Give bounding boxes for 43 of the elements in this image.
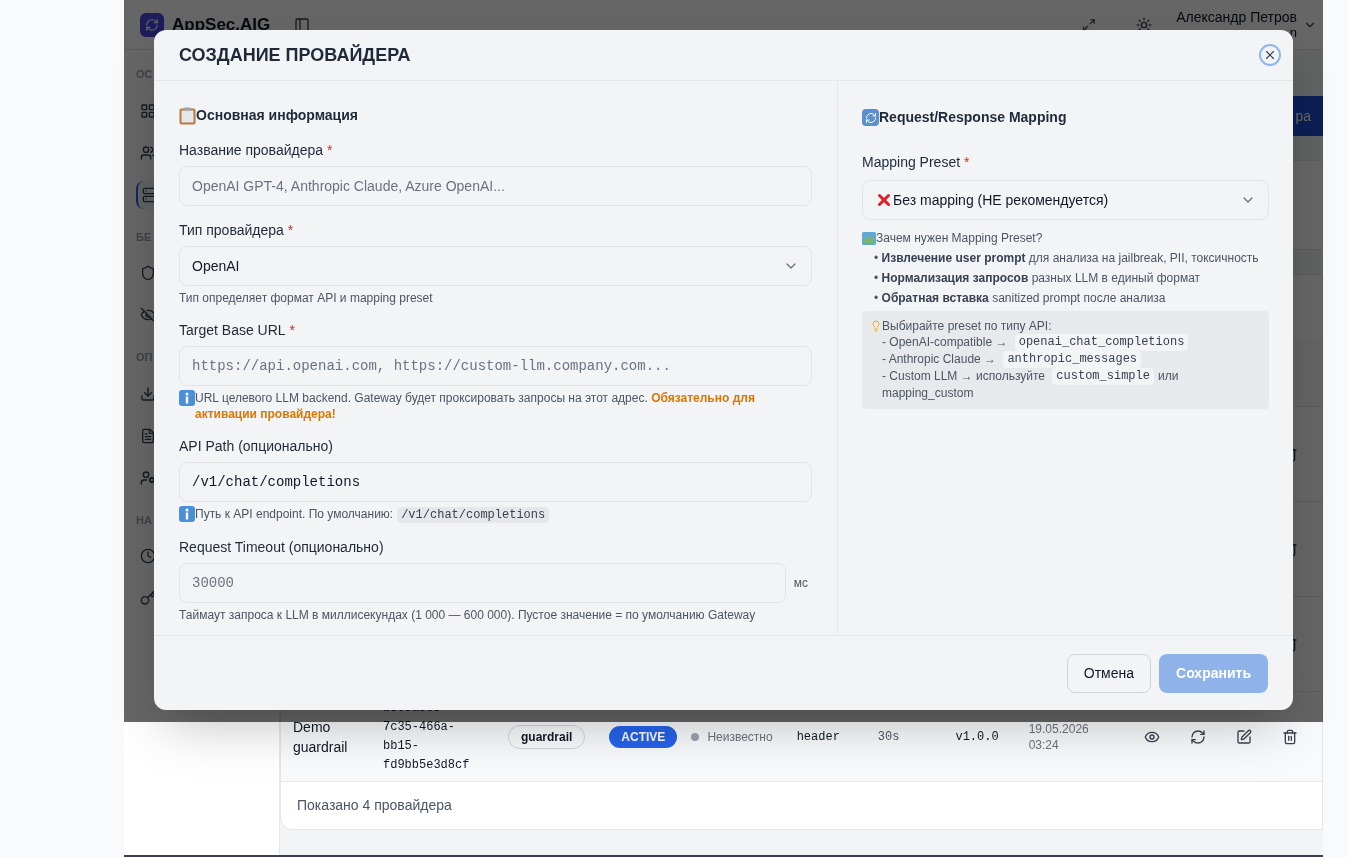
field-hint: Таймаут запроса к LLM в миллисекундах (1 000 — 600 000). Пустое значение = по умолчанию Gateway: [179, 608, 756, 622]
required-mark: *: [327, 141, 333, 160]
section-heading: Request/Response Mapping: [879, 108, 1067, 127]
code-snippet: /v1/chat/completions: [397, 507, 550, 523]
required-mark: *: [964, 153, 970, 172]
tip-text: - OpenAI-compatible →: [882, 334, 1009, 351]
timeout-value: 30s: [877, 728, 900, 746]
health-text: Неизвестно: [707, 728, 773, 746]
app-name: AppSec.AIG: [172, 13, 271, 36]
code-snippet: custom_simple: [1052, 368, 1154, 385]
field-hint: URL целевого LLM backend. Gateway будет проксировать запросы на этот адрес. Обязательно для активации провайдера!: [195, 391, 755, 421]
code-snippet: anthropic_messages: [1003, 351, 1142, 368]
tip-text: - Anthropic Claude →: [882, 351, 998, 368]
status-badge: ACTIVE: [609, 725, 678, 748]
modal-title: СОЗДАНИЕ ПРОВАЙДЕРА: [179, 43, 411, 67]
auth-type: header: [796, 728, 840, 746]
table-footer-text: Показано 4 провайдера: [297, 796, 452, 815]
code-snippet: openai_chat_completions: [1014, 334, 1189, 351]
help-bullet: • Извлечение user prompt для анализа на jailbreak, PII, токсичность: [874, 250, 1260, 266]
help-bullet: • Обратная вставка sanitized prompt после анализа: [874, 290, 1167, 306]
unit-label: мс: [793, 575, 809, 592]
field-label: API Path (опционально): [179, 437, 333, 456]
tip-text: или: [1157, 368, 1179, 385]
tip-text: mapping_custom: [882, 385, 974, 402]
user-name: Александр Петров: [1176, 8, 1297, 25]
required-mark: *: [289, 321, 296, 340]
required-mark: *: [287, 221, 294, 240]
date-text: 19.05.2026 03:24: [1028, 720, 1090, 753]
field-label: Target Base URL: [179, 321, 286, 340]
help-bullet: • Нормализация запросов разных LLM в единый формат: [874, 270, 1202, 286]
field-label: Название провайдера: [179, 141, 324, 160]
version-text: v1.0.0: [955, 728, 999, 746]
field-label: Request Timeout (опционально): [179, 538, 384, 557]
field-hint: Тип определяет формат API и mapping preset: [179, 291, 433, 305]
user-role: n: [1289, 24, 1297, 41]
tip-text: - Custom LLM → используйте: [882, 368, 1046, 385]
tip-title: Выбирайте preset по типу API:: [882, 318, 1052, 334]
section-heading: Основная информация: [196, 106, 358, 125]
help-title: Зачем нужен Mapping Preset?: [876, 230, 1043, 247]
field-label: Тип провайдера: [179, 221, 284, 240]
provider-name: Demo guardrail: [293, 717, 349, 757]
field-label: Mapping Preset: [862, 153, 961, 172]
field-hint: Путь к API endpoint. По умолчанию:: [195, 507, 394, 521]
